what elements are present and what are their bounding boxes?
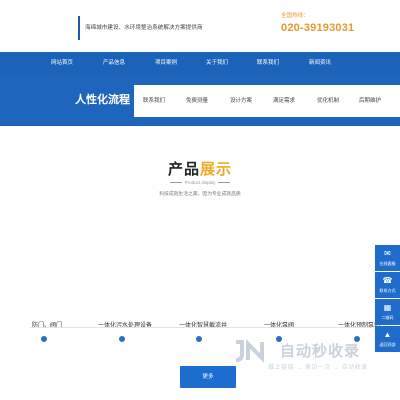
hotline: 全国热线： 020-39193031	[281, 11, 354, 34]
sidebar-label: 联系方式	[379, 288, 396, 293]
section-subtitle-cn: 科技成就生活之美，因为专业成就品质	[159, 192, 241, 197]
product-dot[interactable]	[119, 336, 125, 342]
more-button[interactable]: 更多	[180, 366, 236, 388]
nav-item-cases[interactable]: 项目案例	[141, 52, 191, 75]
sidebar-online-service[interactable]: ✉ 在线客服	[375, 245, 400, 271]
divider-left	[169, 182, 182, 184]
process-step-needs[interactable]: 满足需求	[264, 85, 304, 117]
process-step-contact[interactable]: 联系我们	[134, 85, 174, 117]
arrow-up-icon: ▲	[383, 330, 392, 339]
site-header: 海绵城市建设、水环境整治系统解决方案提供商 全国热线： 020-39193031	[0, 0, 400, 50]
section-title-part2: 展示	[200, 161, 233, 178]
floating-sidebar: ✉ 在线客服 ☎ 联系方式 ▦ 二维码 ▲ 返回顶部	[375, 245, 400, 353]
sidebar-back-to-top[interactable]: ▲ 返回顶部	[375, 326, 400, 352]
section-title: 产品展示	[0, 158, 400, 179]
product-divider	[30, 327, 370, 328]
nav-item-home[interactable]: 网站首页	[37, 52, 87, 75]
chat-icon: ✉	[384, 249, 391, 258]
section-title-part1: 产品	[167, 161, 200, 178]
main-nav: 网站首页 产品信息 项目案例 关于我们 联系我们 新闻资讯	[0, 52, 400, 75]
subtitle-en-text: Product display	[184, 180, 216, 185]
nav-item-products[interactable]: 产品信息	[89, 52, 139, 75]
process-step-measure[interactable]: 免费测量	[177, 85, 217, 117]
sidebar-label: 二维码	[381, 315, 394, 320]
watermark-text: 自动秒收录	[280, 343, 361, 360]
watermark-subtext: 做上链接 → 来访一次 → 自动收录	[268, 365, 368, 371]
banner-title: 人性化流程	[75, 94, 130, 106]
sidebar-label: 在线客服	[379, 261, 396, 266]
product-dot[interactable]	[196, 336, 202, 342]
sidebar-contact[interactable]: ☎ 联系方式	[375, 272, 400, 298]
nav-item-contact[interactable]: 联系我们	[243, 52, 293, 75]
hotline-label: 全国热线：	[281, 13, 309, 19]
logo-slogan: 海绵城市建设、水环境整治系统解决方案提供商	[78, 16, 203, 40]
sidebar-qrcode[interactable]: ▦ 二维码	[375, 299, 400, 325]
sidebar-label: 返回顶部	[379, 342, 396, 347]
divider-right	[218, 182, 231, 184]
product-dot[interactable]	[41, 336, 47, 342]
process-step-design[interactable]: 设计方案	[221, 85, 261, 117]
watermark-logo-icon	[235, 339, 264, 363]
process-step-optimize[interactable]: 优化机制	[308, 85, 348, 117]
process-subnav: 联系我们 免费测量 设计方案 满足需求 优化机制 后期维护	[134, 85, 400, 117]
nav-item-about[interactable]: 关于我们	[192, 52, 242, 75]
hotline-number[interactable]: 020-39193031	[281, 22, 354, 34]
section-subtitle-en: Product display	[0, 180, 400, 185]
qrcode-icon: ▦	[383, 303, 392, 312]
phone-icon: ☎	[382, 276, 393, 285]
nav-item-news[interactable]: 新闻资讯	[295, 52, 345, 75]
process-banner: 人性化流程 联系我们 免费测量 设计方案 满足需求 优化机制 后期维护	[0, 75, 400, 126]
process-step-maintenance[interactable]: 后期维护	[350, 85, 390, 117]
slogan-text: 海绵城市建设、水环境整治系统解决方案提供商	[85, 25, 203, 31]
